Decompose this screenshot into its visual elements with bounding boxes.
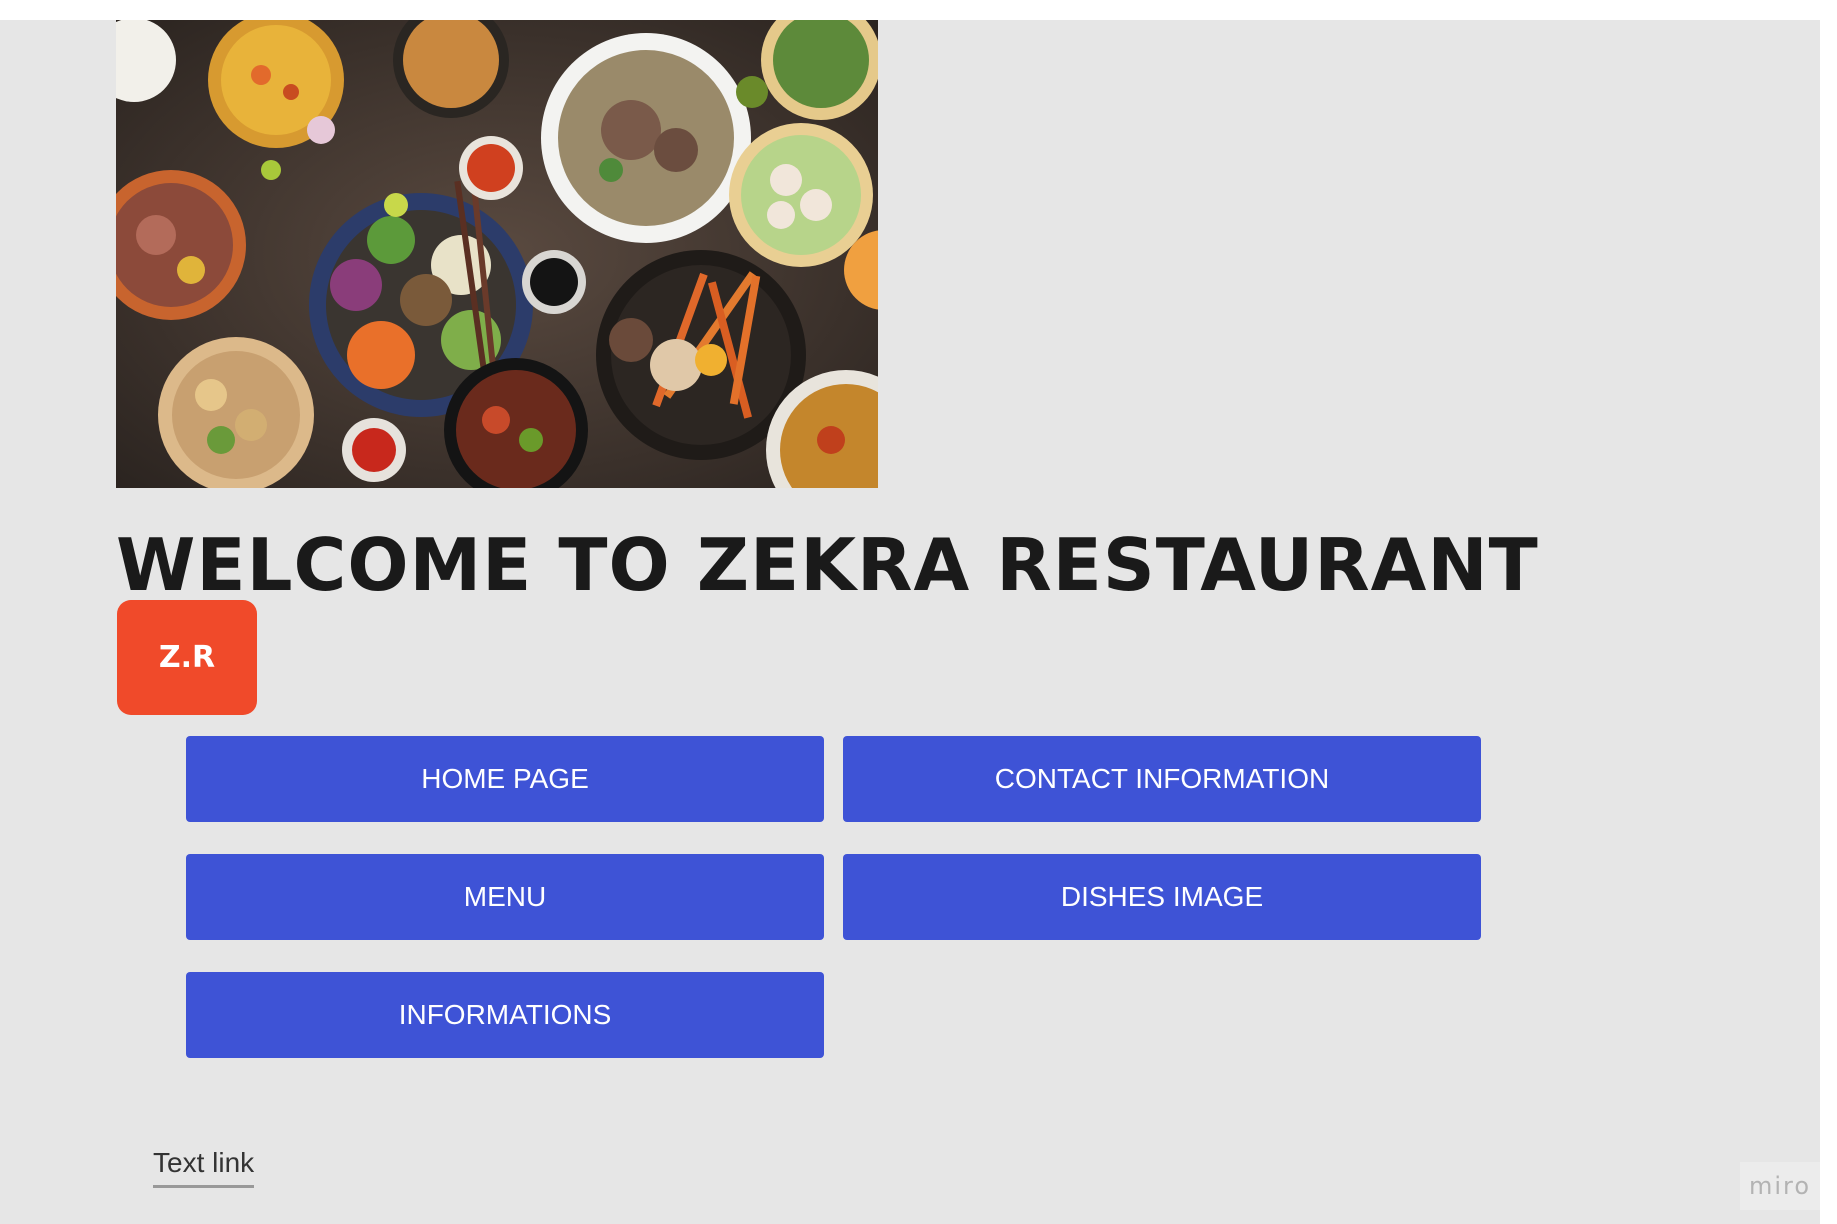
contact-information-button[interactable]: CONTACT INFORMATION xyxy=(843,736,1481,822)
informations-button[interactable]: INFORMATIONS xyxy=(186,972,824,1058)
page-title: WELCOME TO ZEKRA RESTAURANT xyxy=(116,523,1539,607)
home-page-button[interactable]: HOME PAGE xyxy=(186,736,824,822)
dishes-image-button[interactable]: DISHES IMAGE xyxy=(843,854,1481,940)
miro-watermark: miro xyxy=(1740,1162,1820,1210)
menu-button[interactable]: MENU xyxy=(186,854,824,940)
logo-badge: Z.R xyxy=(117,600,257,715)
hero-food-image xyxy=(116,20,878,488)
canvas-board: WELCOME TO ZEKRA RESTAURANT Z.R HOME PAG… xyxy=(0,20,1820,1224)
text-link[interactable]: Text link xyxy=(153,1147,255,1188)
food-illustration xyxy=(116,20,878,488)
